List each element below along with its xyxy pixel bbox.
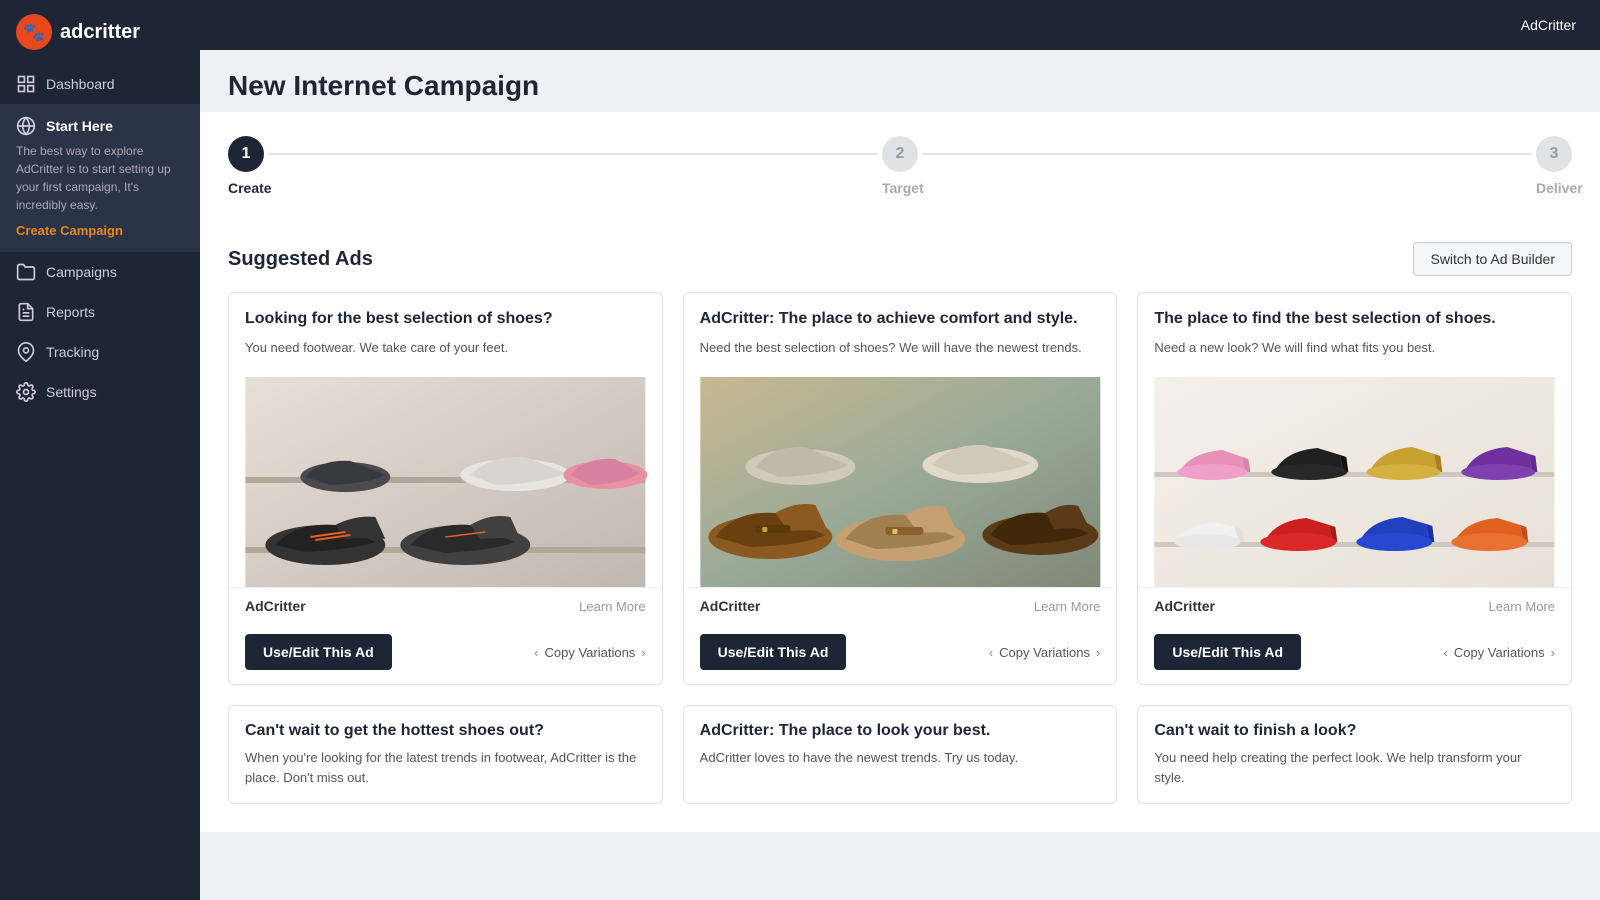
sidebar-label-campaigns: Campaigns — [46, 264, 117, 280]
ad-card-3-body: The place to find the best selection of … — [1138, 293, 1571, 377]
sidebar-item-tracking[interactable]: Tracking — [0, 332, 200, 372]
step-2-circle: 2 — [882, 136, 918, 172]
steps-container: 1 2 3 Create Target Deliver — [200, 112, 1600, 226]
topbar-username: AdCritter — [1521, 17, 1576, 33]
step-line-1-2 — [268, 153, 878, 155]
logo: 🐾 adcritter — [0, 0, 200, 64]
folder-icon — [16, 262, 36, 282]
partial-ads-grid: Can't wait to get the hottest shoes out?… — [228, 705, 1572, 804]
partial-ad-3-desc: You need help creating the perfect look.… — [1154, 748, 1555, 787]
topbar: AdCritter — [200, 0, 1600, 50]
ad-card-1-image — [229, 377, 662, 587]
ad-card-2-desc: Need the best selection of shoes? We wil… — [700, 338, 1101, 358]
ad-card-2-learn-more[interactable]: Learn More — [1034, 599, 1100, 614]
partial-ad-1-desc: When you're looking for the latest trend… — [245, 748, 646, 787]
ad-card-1-desc: You need footwear. We take care of your … — [245, 338, 646, 358]
chevron-right-icon-1: › — [641, 645, 645, 660]
ad-card-2-title: AdCritter: The place to achieve comfort … — [700, 309, 1101, 330]
ads-section: Suggested Ads Switch to Ad Builder Looki… — [200, 226, 1600, 832]
partial-ad-2-desc: AdCritter loves to have the newest trend… — [700, 748, 1101, 768]
chevron-left-icon-3: ‹ — [1443, 645, 1447, 660]
partial-ad-1-body: Can't wait to get the hottest shoes out?… — [229, 706, 662, 803]
grid-icon — [16, 74, 36, 94]
sidebar-item-campaigns[interactable]: Campaigns — [0, 252, 200, 292]
ad-card-1-brand: AdCritter — [245, 598, 306, 614]
ads-grid: Looking for the best selection of shoes?… — [228, 292, 1572, 685]
ad-card-1: Looking for the best selection of shoes?… — [228, 292, 663, 685]
ad-card-2: AdCritter: The place to achieve comfort … — [683, 292, 1118, 685]
create-campaign-link[interactable]: Create Campaign — [16, 223, 123, 238]
ad-card-1-title: Looking for the best selection of shoes? — [245, 309, 646, 330]
chevron-right-icon-3: › — [1551, 645, 1555, 660]
ad-card-1-body: Looking for the best selection of shoes?… — [229, 293, 662, 377]
sidebar-label-start-here: Start Here — [46, 118, 113, 134]
sidebar-item-reports[interactable]: Reports — [0, 292, 200, 332]
ad-card-3-learn-more[interactable]: Learn More — [1489, 599, 1555, 614]
ad-card-2-use-edit-button[interactable]: Use/Edit This Ad — [700, 634, 847, 670]
steps-row: 1 2 3 — [228, 136, 1572, 172]
start-here-description: The best way to explore AdCritter is to … — [16, 142, 184, 214]
content-area: New Internet Campaign 1 2 3 Create Targe… — [200, 50, 1600, 900]
ad-card-2-footer: AdCritter Learn More — [684, 587, 1117, 624]
step-1-circle: 1 — [228, 136, 264, 172]
step-3-label: Deliver — [1536, 180, 1583, 196]
sidebar: 🐾 adcritter Dashboard Start Here The bes… — [0, 0, 200, 900]
partial-ad-card-1: Can't wait to get the hottest shoes out?… — [228, 705, 663, 804]
ad-card-1-learn-more[interactable]: Learn More — [579, 599, 645, 614]
suggested-ads-title: Suggested Ads — [228, 248, 373, 271]
page-header: New Internet Campaign — [200, 50, 1600, 112]
logo-icon: 🐾 — [16, 14, 52, 50]
ad-card-3: The place to find the best selection of … — [1137, 292, 1572, 685]
globe-icon — [16, 116, 36, 136]
main-content: AdCritter New Internet Campaign 1 2 3 Cr… — [200, 0, 1600, 900]
ad-card-2-brand: AdCritter — [700, 598, 761, 614]
sidebar-item-settings[interactable]: Settings — [0, 372, 200, 412]
ad-card-2-copy-variations[interactable]: ‹ Copy Variations › — [989, 645, 1101, 660]
ad-card-3-copy-variations[interactable]: ‹ Copy Variations › — [1443, 645, 1555, 660]
ad-card-2-image — [684, 377, 1117, 587]
chevron-left-icon-1: ‹ — [534, 645, 538, 660]
step-3-circle: 3 — [1536, 136, 1572, 172]
sidebar-label-tracking: Tracking — [46, 344, 99, 360]
file-text-icon — [16, 302, 36, 322]
chevron-right-icon-2: › — [1096, 645, 1100, 660]
ad-card-1-copy-variations[interactable]: ‹ Copy Variations › — [534, 645, 646, 660]
partial-ad-3-title: Can't wait to finish a look? — [1154, 722, 1555, 740]
partial-ad-2-body: AdCritter: The place to look your best. … — [684, 706, 1117, 784]
ad-card-3-use-edit-button[interactable]: Use/Edit This Ad — [1154, 634, 1301, 670]
ad-card-3-title: The place to find the best selection of … — [1154, 309, 1555, 330]
ad-card-3-desc: Need a new look? We will find what fits … — [1154, 338, 1555, 358]
partial-ad-3-body: Can't wait to finish a look? You need he… — [1138, 706, 1571, 803]
sidebar-label-reports: Reports — [46, 304, 95, 320]
page-title: New Internet Campaign — [228, 70, 1572, 102]
ad-card-3-image — [1138, 377, 1571, 587]
ads-header: Suggested Ads Switch to Ad Builder — [228, 226, 1572, 292]
ad-card-1-use-edit-button[interactable]: Use/Edit This Ad — [245, 634, 392, 670]
sidebar-item-start-here[interactable]: Start Here The best way to explore AdCri… — [0, 104, 200, 252]
switch-to-ad-builder-button[interactable]: Switch to Ad Builder — [1413, 242, 1572, 276]
ad-card-2-actions: Use/Edit This Ad ‹ Copy Variations › — [684, 624, 1117, 684]
step-2-label: Target — [882, 180, 924, 196]
sidebar-item-dashboard[interactable]: Dashboard — [0, 64, 200, 104]
partial-ad-card-3: Can't wait to finish a look? You need he… — [1137, 705, 1572, 804]
sidebar-label-dashboard: Dashboard — [46, 76, 115, 92]
ad-card-2-body: AdCritter: The place to achieve comfort … — [684, 293, 1117, 377]
ad-card-3-footer: AdCritter Learn More — [1138, 587, 1571, 624]
ad-card-3-brand: AdCritter — [1154, 598, 1215, 614]
partial-ad-1-title: Can't wait to get the hottest shoes out? — [245, 722, 646, 740]
sidebar-label-settings: Settings — [46, 384, 97, 400]
step-line-2-3 — [922, 153, 1532, 155]
map-pin-icon — [16, 342, 36, 362]
partial-ad-card-2: AdCritter: The place to look your best. … — [683, 705, 1118, 804]
settings-icon — [16, 382, 36, 402]
ad-card-1-actions: Use/Edit This Ad ‹ Copy Variations › — [229, 624, 662, 684]
chevron-left-icon-2: ‹ — [989, 645, 993, 660]
ad-card-3-actions: Use/Edit This Ad ‹ Copy Variations › — [1138, 624, 1571, 684]
logo-text: adcritter — [60, 21, 140, 44]
partial-ad-2-title: AdCritter: The place to look your best. — [700, 722, 1101, 740]
steps-labels-row: Create Target Deliver — [228, 180, 1572, 198]
step-1-label: Create — [228, 180, 272, 196]
ad-card-1-footer: AdCritter Learn More — [229, 587, 662, 624]
